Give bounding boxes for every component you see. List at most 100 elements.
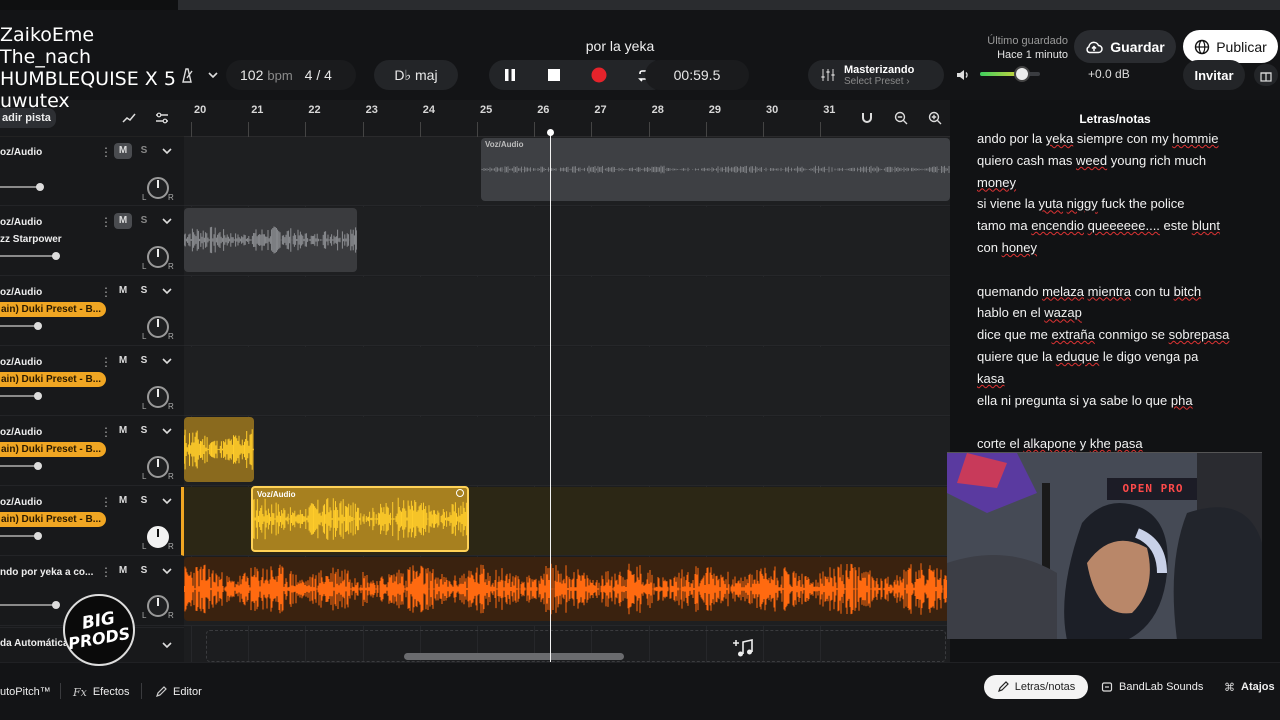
fader-knob[interactable] (34, 532, 43, 540)
track-volume-fader[interactable] (0, 391, 80, 401)
track-volume-fader[interactable] (0, 182, 80, 192)
fader-knob[interactable] (34, 392, 43, 400)
audio-clip-track1[interactable]: Voz/Audio (481, 138, 950, 201)
track-name[interactable]: oz/Audio (0, 287, 96, 298)
editor-button[interactable]: Editor (155, 680, 202, 704)
track-more-icon[interactable]: ⋮ (100, 425, 112, 439)
chevron-down-icon[interactable] (160, 144, 174, 158)
track-header-6-selected[interactable]: oz/Audio ain) Duki Preset - B... ⋮ M S L… (0, 487, 184, 556)
track-volume-fader[interactable] (0, 600, 80, 610)
time-signature[interactable]: 4 / 4 (305, 67, 332, 83)
solo-button[interactable]: S (135, 423, 153, 439)
timeline-ruler[interactable]: 20 21 22 23 24 25 26 27 28 29 30 31 (184, 100, 950, 137)
fader-knob[interactable] (52, 252, 60, 260)
solo-button[interactable]: S (135, 563, 153, 579)
solo-button[interactable]: S (135, 283, 153, 299)
record-icon[interactable] (591, 67, 607, 83)
key-selector[interactable]: D♭ maj (374, 60, 458, 90)
mute-button[interactable]: M (114, 493, 132, 509)
chevron-down-icon[interactable] (160, 638, 174, 652)
timeline[interactable]: 20 21 22 23 24 25 26 27 28 29 30 31 Voz/Audio Voz/A… (184, 100, 950, 662)
shortcuts-button[interactable]: ⌘ Atajos (1224, 675, 1275, 699)
pan-knob[interactable] (147, 456, 169, 478)
track-preset-badge[interactable]: ain) Duki Preset - B... (0, 302, 106, 317)
audio-clip-track7[interactable] (184, 557, 950, 621)
fader-knob[interactable] (52, 601, 60, 609)
gift-button[interactable] (1254, 64, 1278, 86)
track-header-2[interactable]: oz/Audio zz Starpower ⋮ M S L R (0, 207, 184, 276)
track-name[interactable]: oz/Audio (0, 217, 96, 228)
track-name[interactable]: oz/Audio (0, 357, 96, 368)
fader-knob[interactable] (34, 322, 43, 330)
mute-button[interactable]: M (114, 353, 132, 369)
track-header-3[interactable]: oz/Audio ain) Duki Preset - B... ⋮ M S L… (0, 277, 184, 346)
song-title[interactable]: por la yeka (560, 38, 680, 54)
track-preset-badge[interactable]: ain) Duki Preset - B... (0, 372, 106, 387)
mute-button[interactable]: M (114, 213, 132, 229)
lyrics-tab-button[interactable]: Letras/notas (984, 675, 1088, 699)
track-lane-3[interactable] (184, 277, 950, 346)
track-more-icon[interactable]: ⋮ (100, 285, 112, 299)
audio-clip-track6-selected[interactable]: Voz/Audio (251, 486, 469, 552)
track-lane-5[interactable] (184, 417, 950, 486)
chevron-down-icon[interactable] (160, 354, 174, 368)
chevron-down-icon[interactable] (160, 564, 174, 578)
mute-button[interactable]: M (114, 563, 132, 579)
autopitch-button[interactable]: utoPitch™ (0, 680, 51, 704)
playhead-handle[interactable] (547, 129, 554, 136)
invite-button[interactable]: Invitar (1183, 60, 1245, 90)
track-volume-fader[interactable] (0, 321, 80, 331)
mastering-button[interactable]: Masterizando Select Preset › (808, 60, 944, 90)
stop-icon[interactable] (547, 68, 561, 82)
publish-button[interactable]: Publicar (1183, 30, 1278, 63)
mute-button[interactable]: M (114, 283, 132, 299)
track-more-icon[interactable]: ⋮ (100, 145, 112, 159)
pan-knob[interactable] (147, 595, 169, 617)
solo-button[interactable]: S (135, 353, 153, 369)
track-more-icon[interactable]: ⋮ (100, 215, 112, 229)
solo-button[interactable]: S (135, 493, 153, 509)
master-volume-knob[interactable] (1014, 66, 1030, 82)
tempo-display[interactable]: 102 bpm 4 / 4 (226, 60, 356, 90)
chevron-down-icon[interactable] (160, 284, 174, 298)
pause-icon[interactable] (503, 68, 517, 82)
track-more-icon[interactable]: ⋮ (100, 495, 112, 509)
playhead[interactable] (550, 130, 551, 662)
track-header-4[interactable]: oz/Audio ain) Duki Preset - B... ⋮ M S L… (0, 347, 184, 416)
track-name[interactable]: ndo por yeka a co... (0, 567, 96, 578)
lyrics-textarea[interactable]: ando por la yeka siempre con my hommie qu… (977, 128, 1267, 455)
loop-handle-icon[interactable] (456, 489, 464, 497)
effects-button[interactable]: Fx Efectos (73, 680, 130, 704)
track-lane-4[interactable] (184, 347, 950, 416)
bandlab-sounds-button[interactable]: BandLab Sounds (1101, 675, 1203, 699)
master-volume-slider[interactable] (980, 66, 1040, 82)
pan-knob[interactable] (147, 386, 169, 408)
track-more-icon[interactable]: ⋮ (100, 355, 112, 369)
track-volume-fader[interactable] (0, 531, 80, 541)
track-name[interactable]: oz/Audio (0, 427, 96, 438)
mute-button[interactable]: M (114, 423, 132, 439)
track-preset-badge[interactable]: ain) Duki Preset - B... (0, 442, 106, 457)
track-header-5[interactable]: oz/Audio ain) Duki Preset - B... ⋮ M S L… (0, 417, 184, 486)
mute-button[interactable]: M (114, 143, 132, 159)
pan-knob[interactable] (147, 526, 169, 548)
track-volume-fader[interactable] (0, 461, 80, 471)
track-name[interactable]: oz/Audio (0, 147, 96, 158)
chevron-down-icon[interactable] (160, 424, 174, 438)
pan-knob[interactable] (147, 246, 169, 268)
solo-button[interactable]: S (135, 213, 153, 229)
zoom-in-icon[interactable] (924, 108, 946, 128)
solo-button[interactable]: S (135, 143, 153, 159)
audio-clip-track5[interactable] (184, 417, 254, 482)
pan-knob[interactable] (147, 316, 169, 338)
pan-knob[interactable] (147, 177, 169, 199)
snap-magnet-icon[interactable] (856, 108, 878, 128)
track-preset-badge[interactable]: ain) Duki Preset - B... (0, 512, 106, 527)
horizontal-scrollbar[interactable] (404, 653, 624, 660)
track-name[interactable]: oz/Audio (0, 497, 96, 508)
chevron-down-icon[interactable] (160, 494, 174, 508)
track-header-1[interactable]: oz/Audio ⋮ M S L R (0, 137, 184, 206)
speaker-icon[interactable] (955, 67, 971, 83)
track-volume-fader[interactable] (0, 251, 80, 261)
fader-knob[interactable] (34, 462, 43, 470)
